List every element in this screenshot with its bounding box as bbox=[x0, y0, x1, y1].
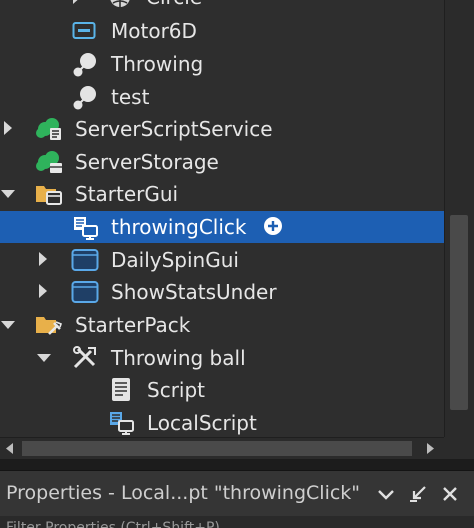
screen-gui-icon bbox=[71, 280, 99, 304]
tree-item-label: ShowStatsUnder bbox=[111, 280, 277, 304]
horizontal-scroll-thumb[interactable] bbox=[22, 441, 412, 456]
scroll-right-icon[interactable] bbox=[420, 438, 440, 459]
explorer-panel: Circle Motor6D Throwing test ServerScrip… bbox=[0, 0, 474, 437]
tree-item-daily-spin-gui[interactable]: DailySpinGui bbox=[0, 244, 444, 276]
filter-properties-input[interactable]: Filter Properties (Ctrl+Shift+P) bbox=[6, 520, 220, 528]
screen-gui-icon bbox=[71, 248, 99, 272]
expand-arrow-icon[interactable] bbox=[38, 252, 48, 266]
chevron-down-icon[interactable] bbox=[376, 484, 396, 504]
properties-filter-bar[interactable]: Filter Properties (Ctrl+Shift+P) bbox=[0, 516, 474, 528]
tree-item-label: DailySpinGui bbox=[111, 248, 239, 272]
script-icon bbox=[110, 377, 132, 403]
properties-header: Properties - Local...pt "throwingClick" bbox=[0, 470, 474, 516]
animation-icon bbox=[72, 52, 98, 78]
expand-arrow-icon[interactable] bbox=[3, 121, 13, 135]
server-storage-icon bbox=[34, 149, 64, 175]
tree-item-starter-pack[interactable]: StarterPack bbox=[0, 309, 444, 341]
tree-item-throwing-ball[interactable]: Throwing ball bbox=[0, 342, 444, 374]
scrollbar-corner bbox=[444, 437, 474, 459]
horizontal-scrollbar[interactable] bbox=[0, 437, 444, 459]
tree-item-label: test bbox=[111, 85, 150, 109]
properties-title: Properties - Local...pt "throwingClick" bbox=[6, 482, 361, 504]
tree-item-label: ServerStorage bbox=[75, 150, 219, 174]
panel-divider[interactable] bbox=[0, 459, 474, 470]
collapse-arrow-icon[interactable] bbox=[1, 320, 15, 330]
tree-item-label: Throwing ball bbox=[111, 346, 246, 370]
vertical-scroll-thumb[interactable] bbox=[450, 215, 468, 410]
tree-item-label: throwingClick bbox=[111, 215, 247, 239]
expand-arrow-icon[interactable] bbox=[38, 284, 48, 298]
tree-item-local-script[interactable]: LocalScript bbox=[0, 407, 444, 437]
collapse-arrow-icon[interactable] bbox=[37, 353, 51, 363]
tree-item-motor6d[interactable]: Motor6D bbox=[0, 15, 444, 47]
tree-item-label: Motor6D bbox=[111, 19, 197, 43]
expand-arrow-icon[interactable] bbox=[72, 0, 82, 4]
motor6d-icon bbox=[72, 20, 96, 42]
tree-item-label: Script bbox=[147, 378, 206, 402]
mesh-part-icon bbox=[108, 0, 132, 9]
tree-item-label: Throwing bbox=[111, 52, 204, 76]
close-icon[interactable] bbox=[440, 484, 460, 504]
starter-gui-icon bbox=[34, 181, 64, 207]
tree-item-test[interactable]: test bbox=[0, 81, 444, 113]
local-script-icon bbox=[72, 215, 100, 241]
tree-item-script[interactable]: Script bbox=[0, 374, 444, 406]
collapse-arrow-icon[interactable] bbox=[1, 189, 15, 199]
tree-item-label: Circle bbox=[146, 0, 202, 10]
tree-item-label: StarterPack bbox=[75, 313, 191, 337]
server-script-service-icon bbox=[34, 116, 64, 142]
tree-item-show-stats-under[interactable]: ShowStatsUnder bbox=[0, 276, 444, 308]
scroll-left-icon[interactable] bbox=[0, 438, 20, 459]
undock-icon[interactable] bbox=[408, 484, 428, 504]
animation-icon bbox=[72, 85, 98, 111]
tree-item-throwing[interactable]: Throwing bbox=[0, 48, 444, 80]
starter-pack-icon bbox=[34, 312, 64, 338]
tree-item-circle[interactable]: Circle bbox=[0, 0, 444, 13]
plus-circle-icon[interactable] bbox=[263, 216, 283, 240]
tool-icon bbox=[71, 345, 99, 371]
tree-item-starter-gui[interactable]: StarterGui bbox=[0, 178, 444, 210]
tree-item-throwing-click[interactable]: throwingClick bbox=[0, 211, 444, 243]
tree-item-label: StarterGui bbox=[75, 182, 179, 206]
tree-item-label: ServerScriptService bbox=[75, 117, 273, 141]
vertical-scrollbar[interactable] bbox=[444, 0, 474, 437]
tree-item-label: LocalScript bbox=[147, 411, 257, 435]
local-script-icon bbox=[108, 410, 136, 436]
tree-item-server-storage[interactable]: ServerStorage bbox=[0, 146, 444, 178]
tree-item-server-script-service[interactable]: ServerScriptService bbox=[0, 113, 444, 145]
